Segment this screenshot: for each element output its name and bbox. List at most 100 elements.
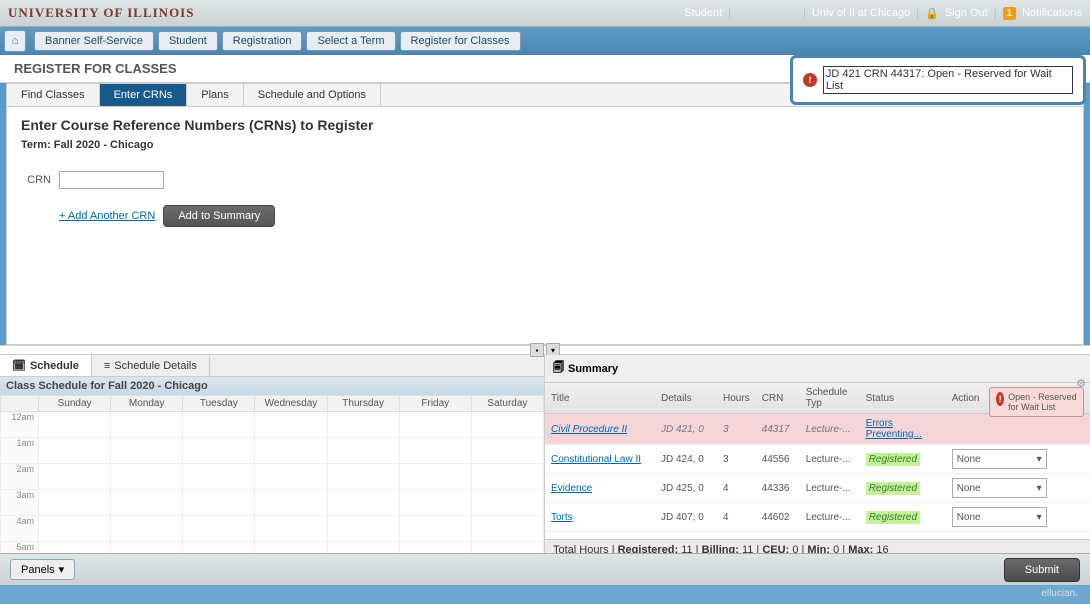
day-header: Tuesday — [183, 396, 255, 412]
day-header: Thursday — [327, 396, 399, 412]
notification-count[interactable]: 1 — [1003, 7, 1017, 20]
home-icon[interactable]: ⌂ — [4, 30, 26, 52]
calendar-grid[interactable]: Sunday Monday Tuesday Wednesday Thursday… — [0, 395, 544, 560]
col-title: Title — [545, 383, 655, 414]
crn-label: CRN — [21, 174, 51, 186]
brand: UNIVERSITY OF ILLINOIS — [8, 5, 194, 21]
tab-find-classes[interactable]: Find Classes — [7, 84, 100, 106]
separator: | — [728, 7, 731, 19]
tab-schedule[interactable]: 🗓 Schedule — [0, 355, 92, 376]
separator: | — [994, 7, 997, 19]
breadcrumb: Banner Self-Service Student Registration… — [34, 31, 525, 51]
separator: | — [916, 7, 919, 19]
course-details: JD 424, 0 — [655, 445, 717, 474]
chevron-down-icon: ▾ — [1037, 512, 1042, 523]
error-icon: ! — [996, 392, 1004, 406]
time-label: 3am — [1, 490, 39, 516]
crumb[interactable]: Banner Self-Service — [34, 31, 154, 51]
footer-bar: Panels ▾ Submit — [0, 553, 1090, 585]
add-another-crn-link[interactable]: + Add Another CRN — [59, 210, 155, 222]
action-select[interactable]: None ▾ — [952, 507, 1047, 527]
main-panel: Find Classes Enter CRNs Plans Schedule a… — [6, 83, 1084, 345]
course-details: JD 425, 0 — [655, 474, 717, 503]
submit-button[interactable]: Submit — [1004, 558, 1080, 582]
crn-actions: + Add Another CRN Add to Summary — [21, 205, 1069, 227]
content-area: Enter Course Reference Numbers (CRNs) to… — [7, 107, 1083, 344]
table-row: Civil Procedure II JD 421, 0 3 44317 Lec… — [545, 414, 1090, 445]
campus-link[interactable]: Univ of Il at Chicago — [812, 7, 910, 19]
list-icon: ≡ — [104, 360, 110, 372]
crn-row: CRN — [21, 171, 1069, 189]
table-row: Constitutional Law II JD 424, 0 3 44556 … — [545, 445, 1090, 474]
crumb[interactable]: Register for Classes — [400, 31, 521, 51]
course-title[interactable]: Constitutional Law II — [545, 445, 655, 474]
course-title[interactable]: Civil Procedure II — [545, 414, 655, 445]
action-value: None — [957, 483, 981, 494]
course-crn: 44317 — [756, 414, 800, 445]
summary-header: 🗐 Summary — [545, 355, 1090, 383]
tab-schedule-details[interactable]: ≡ Schedule Details — [92, 355, 210, 376]
tab-enter-crns[interactable]: Enter CRNs — [100, 84, 188, 106]
panel-divider[interactable]: ▪ ▾ — [0, 345, 1090, 355]
panels-label: Panels — [21, 564, 55, 576]
schedule-panel: 🗓 Schedule ≡ Schedule Details Class Schedu… — [0, 355, 545, 560]
status-registered: Registered — [866, 453, 920, 466]
tab-plans[interactable]: Plans — [187, 84, 244, 106]
student-link[interactable]: Student — [684, 7, 722, 19]
time-header — [1, 396, 39, 412]
time-label: 2am — [1, 464, 39, 490]
calendar-table: Sunday Monday Tuesday Wednesday Thursday… — [0, 395, 544, 560]
summary-icon: 🗐 — [553, 359, 564, 378]
row-error-tooltip: ! Open - Reserved for Wait List — [989, 387, 1084, 417]
crn-input[interactable] — [59, 171, 164, 189]
table-row: Torts JD 407, 0 4 44602 Lecture-... Regi… — [545, 503, 1090, 532]
day-header: Wednesday — [255, 396, 327, 412]
crumb[interactable]: Student — [158, 31, 218, 51]
top-links: Student | | Univ of Il at Chicago | 🔒 Si… — [684, 7, 1082, 20]
chevron-down-icon: ▾ — [1037, 454, 1042, 465]
course-hours: 4 — [717, 474, 756, 503]
separator: | — [803, 7, 806, 19]
notification-message: JD 421 CRN 44317: Open - Reserved for Wa… — [823, 66, 1073, 94]
course-crn: 44336 — [756, 474, 800, 503]
status-error[interactable]: Errors Preventing... — [866, 418, 922, 440]
add-to-summary-button[interactable]: Add to Summary — [163, 205, 275, 227]
chevron-down-icon: ▾ — [59, 563, 65, 576]
term-label: Term: Fall 2020 - Chicago — [21, 139, 1069, 151]
day-header: Saturday — [471, 396, 543, 412]
status-registered: Registered — [866, 511, 920, 524]
crumb[interactable]: Registration — [222, 31, 303, 51]
top-bar: UNIVERSITY OF ILLINOIS Student | | Univ … — [0, 0, 1090, 27]
panels-button[interactable]: Panels ▾ — [10, 559, 75, 580]
signout-link[interactable]: Sign Out — [945, 7, 988, 19]
error-icon: ! — [803, 73, 817, 87]
schedule-title: Class Schedule for Fall 2020 - Chicago — [0, 377, 544, 395]
notifications-link[interactable]: Notifications — [1022, 7, 1082, 19]
col-crn: CRN — [756, 383, 800, 414]
tab-schedule-label: Schedule — [30, 360, 79, 372]
course-hours: 3 — [717, 445, 756, 474]
col-details: Details — [655, 383, 717, 414]
course-title[interactable]: Evidence — [545, 474, 655, 503]
lower-panels: 🗓 Schedule ≡ Schedule Details Class Schedu… — [0, 355, 1090, 560]
summary-title: Summary — [568, 363, 618, 375]
time-label: 1am — [1, 438, 39, 464]
course-hours: 3 — [717, 414, 756, 445]
lock-icon: 🔒 — [925, 7, 939, 20]
time-label: 12am — [1, 412, 39, 438]
col-hours: Hours — [717, 383, 756, 414]
course-crn: 44556 — [756, 445, 800, 474]
course-title[interactable]: Torts — [545, 503, 655, 532]
tab-schedule-options[interactable]: Schedule and Options — [244, 84, 381, 106]
col-status: Status — [860, 383, 946, 414]
content-heading: Enter Course Reference Numbers (CRNs) to… — [21, 117, 1069, 133]
action-value: None — [957, 512, 981, 523]
tab-schedule-details-label: Schedule Details — [114, 360, 197, 372]
course-hours: 4 — [717, 503, 756, 532]
chevron-up-icon[interactable]: ▪ — [530, 343, 544, 357]
action-select[interactable]: None▾ — [952, 449, 1047, 469]
crumb[interactable]: Select a Term — [306, 31, 395, 51]
calendar-icon: 🗓 — [12, 359, 26, 372]
course-stype: Lecture-... — [800, 474, 860, 503]
action-select[interactable]: None▾ — [952, 478, 1047, 498]
